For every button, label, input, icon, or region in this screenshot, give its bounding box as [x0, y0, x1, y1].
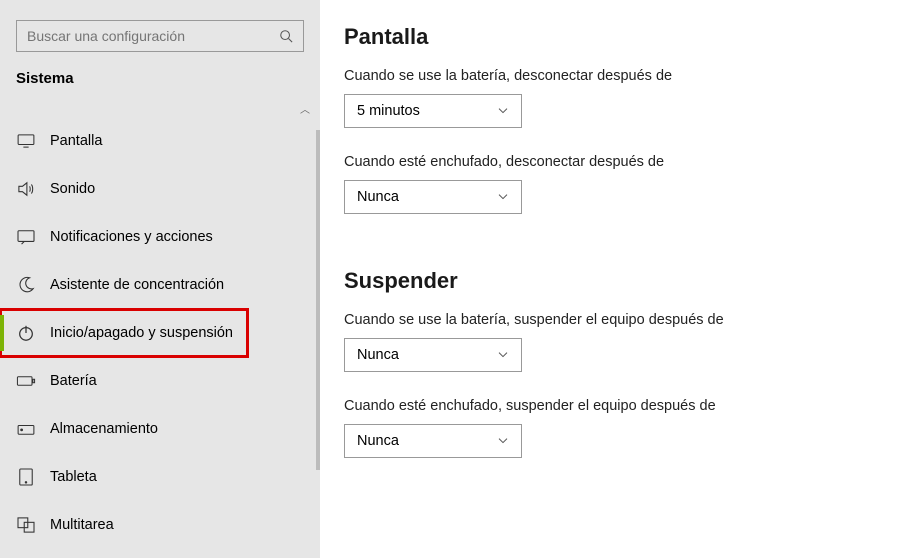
field-label: Cuando esté enchufado, suspender el equi… [344, 398, 901, 414]
chevron-down-icon [497, 351, 509, 359]
sound-icon [16, 181, 36, 197]
sidebar-item-almacenamiento[interactable]: Almacenamiento [0, 405, 320, 453]
sidebar-item-label: Pantalla [50, 133, 102, 149]
power-icon [16, 324, 36, 342]
sidebar-item-concentracion[interactable]: Asistente de concentración [0, 261, 320, 309]
sidebar-item-label: Batería [50, 373, 97, 389]
field-label: Cuando esté enchufado, desconectar despu… [344, 154, 901, 170]
sidebar-item-multitarea[interactable]: Multitarea [0, 501, 320, 549]
sidebar-item-label: Notificaciones y acciones [50, 229, 213, 245]
section-heading-pantalla: Pantalla [344, 24, 901, 50]
sidebar-item-pantalla[interactable]: Pantalla [0, 117, 320, 165]
sidebar: Sistema ︿ Pantalla Sonido Notificaciones… [0, 0, 320, 558]
select-value: Nunca [357, 347, 399, 363]
sidebar-item-sonido[interactable]: Sonido [0, 165, 320, 213]
chevron-down-icon [497, 437, 509, 445]
field-label: Cuando se use la batería, suspender el e… [344, 312, 901, 328]
sidebar-nav: ︿ Pantalla Sonido Notificaciones y accio… [0, 107, 320, 549]
sidebar-section-title: Sistema [0, 70, 320, 107]
battery-icon [16, 375, 36, 387]
sidebar-item-bateria[interactable]: Batería [0, 357, 320, 405]
storage-icon [16, 422, 36, 436]
search-box[interactable] [16, 20, 304, 52]
select-battery-screen-timeout[interactable]: 5 minutos [344, 94, 522, 128]
tablet-icon [16, 468, 36, 486]
search-input[interactable] [27, 28, 279, 44]
select-plugged-sleep-timeout[interactable]: Nunca [344, 424, 522, 458]
select-battery-sleep-timeout[interactable]: Nunca [344, 338, 522, 372]
sidebar-item-label: Asistente de concentración [50, 277, 224, 293]
chevron-down-icon [497, 107, 509, 115]
select-value: Nunca [357, 433, 399, 449]
sidebar-item-tableta[interactable]: Tableta [0, 453, 320, 501]
sidebar-item-label: Inicio/apagado y suspensión [50, 325, 233, 341]
sidebar-item-label: Almacenamiento [50, 421, 158, 437]
sidebar-item-notificaciones[interactable]: Notificaciones y acciones [0, 213, 320, 261]
section-heading-suspender: Suspender [344, 268, 901, 294]
select-value: Nunca [357, 189, 399, 205]
chevron-down-icon [497, 193, 509, 201]
notifications-icon [16, 229, 36, 245]
select-plugged-screen-timeout[interactable]: Nunca [344, 180, 522, 214]
sidebar-item-inicio-apagado[interactable]: Inicio/apagado y suspensión [0, 309, 248, 357]
scroll-up-indicator[interactable]: ︿ [0, 107, 320, 117]
select-value: 5 minutos [357, 103, 420, 119]
focus-icon [16, 276, 36, 294]
multitask-icon [16, 517, 36, 533]
sidebar-item-label: Tableta [50, 469, 97, 485]
main-content: Pantalla Cuando se use la batería, desco… [320, 0, 921, 558]
display-icon [16, 134, 36, 148]
sidebar-item-label: Multitarea [50, 517, 114, 533]
sidebar-item-label: Sonido [50, 181, 95, 197]
sidebar-scrollbar[interactable] [316, 130, 320, 470]
search-icon [279, 29, 293, 43]
field-label: Cuando se use la batería, desconectar de… [344, 68, 901, 84]
